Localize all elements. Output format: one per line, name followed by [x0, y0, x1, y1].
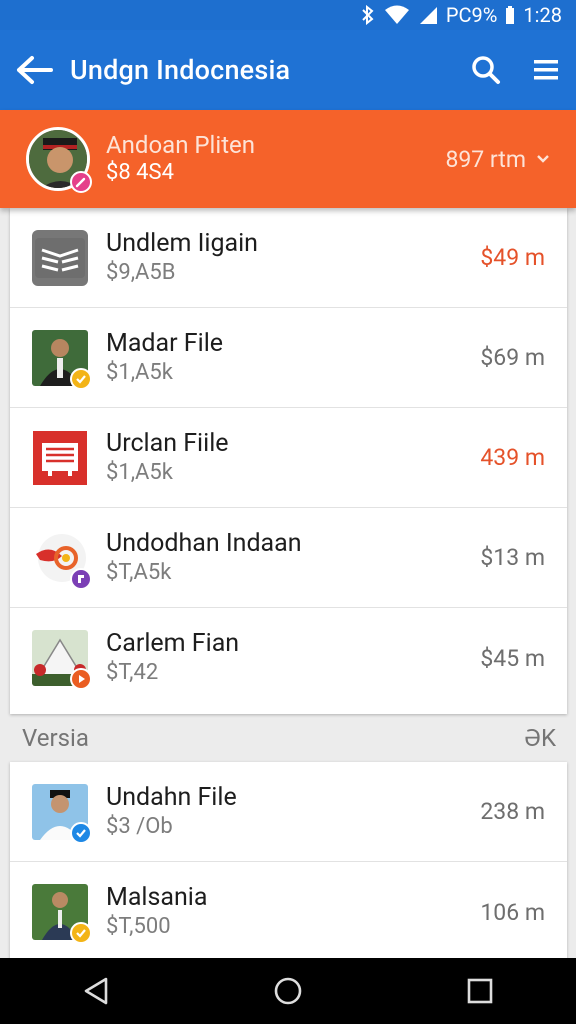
- featured-amount-dropdown[interactable]: 897 rtm: [445, 146, 550, 173]
- item-name: Undodhan Indaan: [106, 528, 302, 558]
- item-subtitle: $T,500: [106, 914, 171, 939]
- item-name: Undahn File: [106, 782, 237, 812]
- info-badge-icon: [70, 567, 92, 590]
- item-amount: $69 m: [480, 344, 545, 371]
- nav-back-button[interactable]: [56, 958, 136, 1024]
- item-name: Urclan Fiile: [106, 428, 229, 458]
- nav-home-icon: [274, 977, 302, 1005]
- battery-text: PC9%: [445, 3, 498, 27]
- list-thumbnail: [32, 430, 88, 486]
- list-item[interactable]: Urclan Fiile $1,A5k 439 m: [10, 408, 567, 508]
- nav-recent-icon: [467, 978, 493, 1004]
- check-badge-icon: [70, 367, 92, 390]
- search-icon: [472, 56, 500, 84]
- secondary-list: Undahn File $3 /Ob 238 m Malsania $T,500…: [10, 762, 567, 962]
- item-subtitle: $T,A5k: [106, 559, 172, 585]
- list-thumbnail: [32, 329, 92, 390]
- play-badge-icon: [70, 668, 92, 690]
- item-amount: $45 m: [480, 644, 545, 672]
- list-thumbnail: [32, 884, 92, 944]
- featured-subtitle: $8 4S4: [106, 160, 174, 185]
- list-item[interactable]: Malsania $T,500 106 m: [10, 862, 567, 962]
- list-item[interactable]: Undlem Iigain $9,A5B $49 m: [10, 208, 567, 308]
- list-thumbnail: [32, 529, 92, 590]
- edit-badge-icon: [70, 171, 92, 193]
- list-item[interactable]: Undahn File $3 /Ob 238 m: [10, 762, 567, 862]
- section-header: Versia ƏK: [0, 714, 576, 762]
- nav-recent-button[interactable]: [440, 958, 520, 1024]
- list-thumbnail: [32, 229, 88, 286]
- featured-amount: 897 rtm: [445, 145, 526, 173]
- item-subtitle: $3 /Ob: [106, 813, 173, 839]
- item-amount: 238 m: [480, 798, 545, 825]
- check-badge-icon: [70, 821, 92, 844]
- battery-icon: [505, 5, 515, 25]
- page-title: Undgn Indocnesia: [70, 54, 291, 86]
- clock: 1:28: [523, 3, 562, 27]
- nav-home-button[interactable]: [248, 958, 328, 1024]
- section-title: Versia: [22, 724, 89, 752]
- item-subtitle: $1,A5k: [106, 359, 173, 385]
- list-item[interactable]: Madar File $1,A5k $69 m: [10, 308, 567, 408]
- status-bar: PC9% 1:28: [0, 0, 576, 30]
- item-subtitle: $9,A5B: [106, 259, 176, 285]
- list-thumbnail: [32, 783, 92, 844]
- item-name: Malsania: [106, 883, 208, 912]
- item-name: Undlem Iigain: [106, 228, 258, 258]
- item-amount: $13 m: [480, 544, 545, 571]
- menu-icon: [534, 60, 558, 80]
- bluetooth-icon: [360, 5, 376, 25]
- item-name: Carlem Fian: [106, 629, 240, 658]
- nav-back-icon: [84, 977, 108, 1005]
- section-action[interactable]: ƏK: [524, 724, 556, 752]
- wifi-icon: [384, 5, 410, 25]
- item-subtitle: $1,A5k: [106, 459, 173, 485]
- app-bar: Undgn Indocnesia: [0, 30, 576, 110]
- search-button[interactable]: [456, 30, 516, 110]
- featured-item[interactable]: Andoan Pliten $8 4S4 897 rtm: [0, 110, 576, 208]
- check-badge-icon: [70, 922, 92, 944]
- file-icon: [32, 430, 88, 486]
- item-amount: $49 m: [480, 244, 545, 271]
- back-button[interactable]: [0, 30, 70, 110]
- document-icon: [32, 229, 88, 286]
- item-amount: 106 m: [480, 898, 545, 926]
- arrow-left-icon: [17, 56, 53, 84]
- system-nav-bar: [0, 958, 576, 1024]
- featured-name: Andoan Pliten: [106, 131, 256, 159]
- signal-icon: [418, 5, 438, 25]
- item-subtitle: $T,42: [106, 660, 159, 685]
- item-amount: 439 m: [480, 444, 545, 471]
- list-thumbnail: [32, 630, 92, 690]
- featured-avatar: [26, 127, 92, 193]
- primary-list: Undlem Iigain $9,A5B $49 m Madar File $1…: [10, 208, 567, 714]
- menu-button[interactable]: [516, 30, 576, 110]
- item-name: Madar File: [106, 328, 224, 358]
- list-item[interactable]: Carlem Fian $T,42 $45 m: [10, 608, 567, 708]
- list-item[interactable]: Undodhan Indaan $T,A5k $13 m: [10, 508, 567, 608]
- chevron-down-icon: [537, 155, 549, 163]
